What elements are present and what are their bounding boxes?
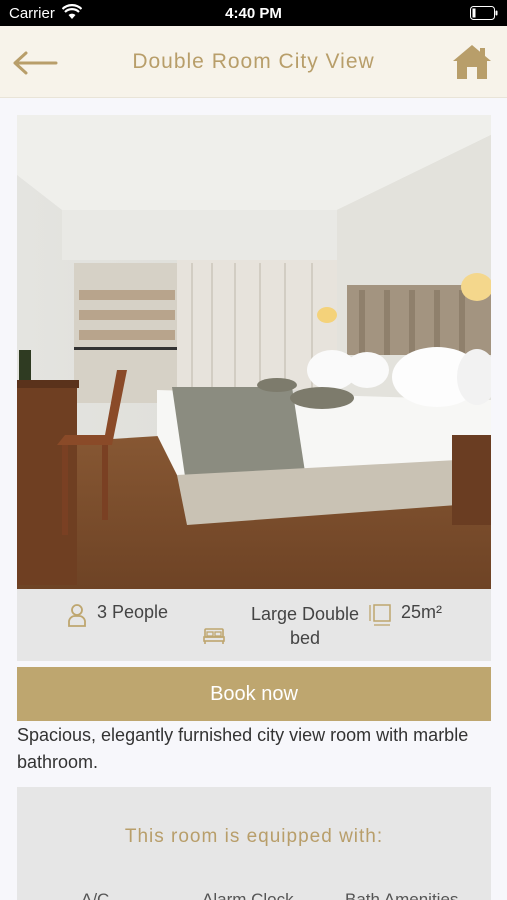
book-now-button[interactable]: Book now <box>17 667 491 721</box>
room-card: 3 People Large Double bed 25m² <box>17 115 491 661</box>
room-size-label: 25m² <box>401 602 443 622</box>
amenity-item: A/C <box>81 890 110 900</box>
home-button[interactable] <box>451 43 493 81</box>
nav-bar: Double Room City View <box>0 26 507 98</box>
bed-icon <box>203 627 225 650</box>
page-title: Double Room City View <box>132 50 375 73</box>
room-info-bar: 3 People Large Double bed 25m² <box>17 589 491 661</box>
clock: 4:40 PM <box>225 5 282 22</box>
battery-icon <box>470 6 498 24</box>
home-icon <box>453 45 491 79</box>
room-size-icon <box>369 601 393 632</box>
person-icon <box>67 603 87 632</box>
capacity-label: 3 People <box>97 602 169 622</box>
equipment-section: This room is equipped with: A/C Alarm Cl… <box>17 787 491 900</box>
status-bar: Carrier 4:40 PM <box>0 0 507 26</box>
room-photo <box>17 115 491 589</box>
bed-label: Large Double bed <box>250 604 360 648</box>
amenity-item: Bath Amenities <box>345 890 459 900</box>
equipment-heading: This room is equipped with: <box>124 826 384 847</box>
room-description: Spacious, elegantly furnished city view … <box>17 725 469 772</box>
amenity-item: Alarm Clock <box>202 890 294 900</box>
